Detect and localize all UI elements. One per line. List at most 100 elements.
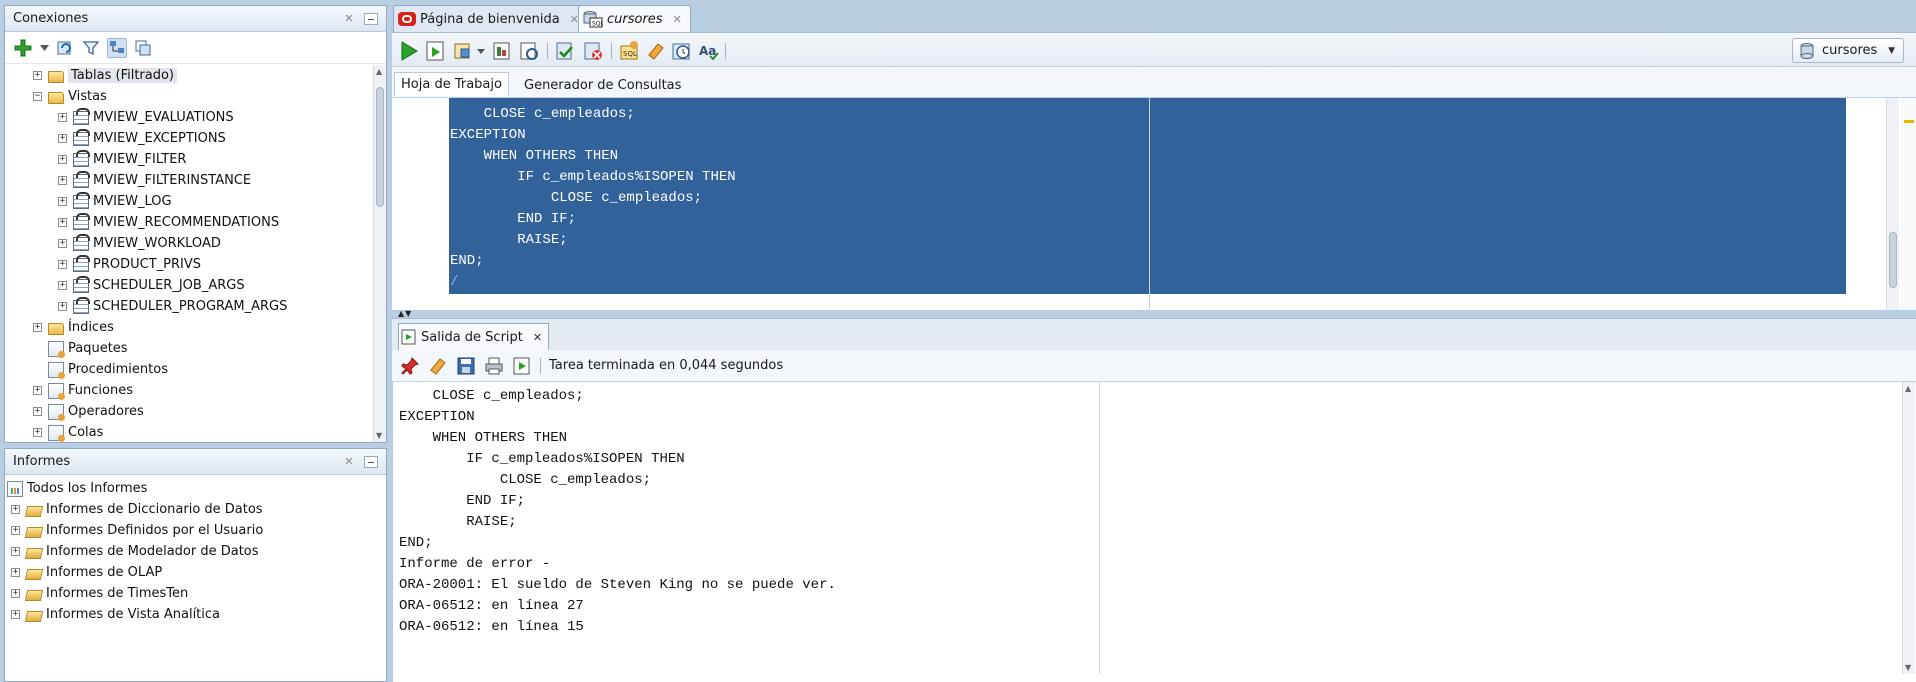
code-editor[interactable]: CLOSE c_empleados; EXCEPTION WHEN OTHERS… bbox=[392, 98, 1916, 310]
expand-icon[interactable]: + bbox=[58, 155, 67, 164]
expand-icon[interactable]: + bbox=[11, 526, 20, 535]
expand-icon[interactable]: + bbox=[33, 386, 42, 395]
chevron-down-icon: ▼ bbox=[1888, 45, 1895, 56]
expand-icon[interactable]: + bbox=[58, 113, 67, 122]
refresh-icon[interactable] bbox=[55, 38, 75, 58]
tree-item-view[interactable]: + MVIEW_FILTER bbox=[58, 149, 186, 170]
connections-scrollbar[interactable]: ▲ ▼ bbox=[373, 65, 386, 442]
tree-item-view[interactable]: + MVIEW_LOG bbox=[58, 191, 172, 212]
function-icon bbox=[48, 382, 65, 400]
scroll-up-icon[interactable]: ▲ bbox=[1905, 384, 1911, 393]
run-script-icon[interactable] bbox=[425, 40, 447, 62]
clear-eraser-icon[interactable] bbox=[645, 40, 667, 62]
tree-item-procedimientos[interactable]: Procedimientos bbox=[48, 359, 168, 380]
tree-item-operadores[interactable]: + Operadores bbox=[33, 401, 144, 422]
tree-item-vistas[interactable]: − Vistas bbox=[33, 86, 107, 107]
pin-icon[interactable] bbox=[400, 356, 420, 376]
expand-icon[interactable]: + bbox=[58, 281, 67, 290]
minimize-button[interactable] bbox=[364, 12, 378, 25]
scroll-down-icon[interactable]: ▼ bbox=[1905, 663, 1911, 672]
filter-icon[interactable] bbox=[81, 38, 101, 58]
tab-query-builder[interactable]: Generador de Consultas bbox=[518, 73, 687, 97]
autotrace-icon[interactable] bbox=[453, 40, 475, 62]
expand-icon[interactable]: + bbox=[58, 218, 67, 227]
script-output-area[interactable]: CLOSE c_empleados; EXCEPTION WHEN OTHERS… bbox=[392, 382, 1916, 682]
run-script-icon[interactable] bbox=[512, 356, 532, 376]
output-scrollbar[interactable]: ▲ ▼ bbox=[1902, 382, 1915, 674]
tree-item-view[interactable]: + SCHEDULER_JOB_ARGS bbox=[58, 275, 245, 296]
minimize-button[interactable] bbox=[364, 455, 378, 468]
tab-worksheet[interactable]: Hoja de Trabajo bbox=[394, 72, 509, 96]
expand-icon[interactable]: + bbox=[58, 302, 67, 311]
report-item[interactable]: + Informes de Modelador de Datos bbox=[11, 541, 259, 562]
expand-icon[interactable]: + bbox=[11, 505, 20, 514]
tree-item-view[interactable]: + PRODUCT_PRIVS bbox=[58, 254, 201, 275]
report-item[interactable]: + Informes de Diccionario de Datos bbox=[11, 499, 263, 520]
commit-icon[interactable] bbox=[554, 40, 576, 62]
tree-item-view[interactable]: + MVIEW_WORKLOAD bbox=[58, 233, 221, 254]
sql-tuning-icon[interactable] bbox=[518, 40, 540, 62]
print-icon[interactable] bbox=[484, 356, 504, 376]
connection-selector[interactable]: cursores ▼ bbox=[1792, 38, 1904, 63]
tree-item-view[interactable]: + MVIEW_EVALUATIONS bbox=[58, 107, 234, 128]
tab-cursores[interactable]: SQL cursores ✕ bbox=[578, 5, 691, 32]
tree-item-view[interactable]: + MVIEW_EXCEPTIONS bbox=[58, 128, 226, 149]
editor-overview-ruler bbox=[1901, 98, 1916, 310]
expand-icon[interactable]: + bbox=[58, 197, 67, 206]
expand-icon[interactable]: + bbox=[11, 610, 20, 619]
expand-icon[interactable]: + bbox=[33, 407, 42, 416]
tree-item-paquetes[interactable]: Paquetes bbox=[48, 338, 128, 359]
tab-script-output[interactable]: Salida de Script ✕ bbox=[398, 323, 550, 350]
close-icon[interactable]: ✕ bbox=[340, 454, 358, 470]
tree-item-label: SCHEDULER_PROGRAM_ARGS bbox=[93, 299, 288, 314]
tab-welcome[interactable]: Página de bienvenida ✕ bbox=[393, 5, 588, 32]
tree-item-view[interactable]: + MVIEW_RECOMMENDATIONS bbox=[58, 212, 279, 233]
report-item[interactable]: + Informes de TimesTen bbox=[11, 583, 188, 604]
rollback-icon[interactable] bbox=[582, 40, 604, 62]
report-item[interactable]: + Informes de OLAP bbox=[11, 562, 162, 583]
expand-icon[interactable]: + bbox=[58, 239, 67, 248]
chevron-down-icon[interactable] bbox=[476, 40, 486, 62]
expand-icon[interactable]: + bbox=[33, 71, 42, 80]
expand-icon[interactable]: + bbox=[33, 323, 42, 332]
code-line: END; bbox=[450, 253, 484, 269]
splitter-arrows-icon[interactable]: ▲▼ bbox=[398, 309, 412, 318]
run-statement-icon[interactable] bbox=[398, 40, 420, 62]
save-icon[interactable] bbox=[456, 356, 476, 376]
expand-icon[interactable]: + bbox=[11, 568, 20, 577]
close-icon[interactable]: ✕ bbox=[533, 331, 542, 344]
expand-icon[interactable]: + bbox=[58, 176, 67, 185]
tree-item-tablas[interactable]: + Tablas (Filtrado) bbox=[33, 65, 178, 86]
close-icon[interactable]: ✕ bbox=[673, 13, 682, 26]
tree-item-funciones[interactable]: + Funciones bbox=[33, 380, 133, 401]
format-case-icon[interactable]: Aa bbox=[698, 40, 720, 62]
expand-icon[interactable]: + bbox=[11, 547, 20, 556]
folder-icon bbox=[24, 568, 44, 580]
chevron-down-icon[interactable] bbox=[39, 38, 49, 58]
history-clock-icon[interactable] bbox=[671, 40, 693, 62]
expand-icon[interactable]: + bbox=[58, 134, 67, 143]
expand-icon[interactable]: + bbox=[33, 428, 42, 437]
clear-eraser-icon[interactable] bbox=[428, 356, 448, 376]
add-connection-icon[interactable] bbox=[13, 38, 33, 58]
collapse-icon[interactable] bbox=[133, 38, 153, 58]
expand-icon[interactable]: + bbox=[11, 589, 20, 598]
reports-root[interactable]: Todos los Informes bbox=[7, 478, 147, 499]
report-item[interactable]: + Informes Definidos por el Usuario bbox=[11, 520, 263, 541]
tree-item-view[interactable]: + SCHEDULER_PROGRAM_ARGS bbox=[58, 296, 287, 317]
scrollbar-thumb[interactable] bbox=[376, 87, 384, 207]
editor-scrollbar[interactable] bbox=[1886, 98, 1899, 310]
schema-browser-icon[interactable] bbox=[107, 37, 127, 58]
expand-icon[interactable]: + bbox=[58, 260, 67, 269]
report-item[interactable]: + Informes de Vista Analítica bbox=[11, 604, 220, 625]
tree-item-colas[interactable]: + Colas bbox=[33, 422, 103, 443]
collapse-icon[interactable]: − bbox=[33, 92, 42, 101]
tree-item-view[interactable]: + MVIEW_FILTERINSTANCE bbox=[58, 170, 251, 191]
scrollbar-thumb[interactable] bbox=[1889, 232, 1897, 288]
scroll-up-icon[interactable]: ▲ bbox=[376, 67, 382, 76]
explain-plan-icon[interactable] bbox=[491, 40, 513, 62]
close-icon[interactable]: ✕ bbox=[340, 11, 358, 27]
scroll-down-icon[interactable]: ▼ bbox=[376, 431, 382, 440]
tree-item-indices[interactable]: + Índices bbox=[33, 317, 114, 338]
sql-history-icon[interactable]: SQL bbox=[618, 40, 640, 62]
